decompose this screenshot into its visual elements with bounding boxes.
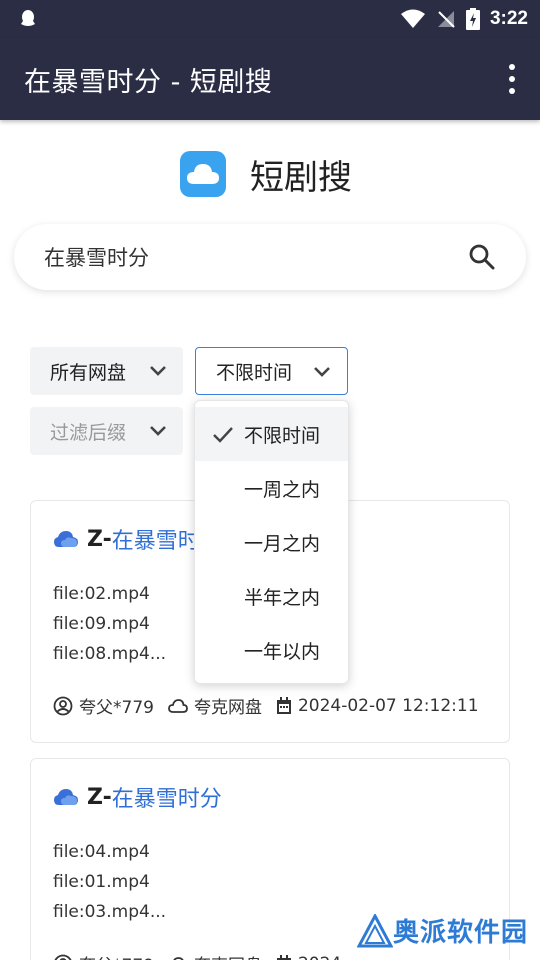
cloud-icon [172,956,184,960]
result-user: 夸父*779 [79,951,154,960]
status-time: 3:22 [489,8,528,29]
chevron-down-icon [150,426,166,436]
dropdown-option-label: 不限时间 [244,424,321,447]
result-date: 2024 [298,954,341,960]
result-keyword: 在暴雪时分 [111,787,222,812]
watermark-text: 奥派软件园 [392,918,528,948]
file-item: file:04.mp4 [53,842,150,862]
battery-icon [465,8,480,30]
search-bar [14,224,526,290]
time-filter-select[interactable]: 不限时间 [195,347,348,395]
app-bar: 在暴雪时分 - 短剧搜 [0,38,540,120]
watermark-logo-icon [356,913,393,947]
result-prefix: Z- [87,526,112,552]
wifi-icon [400,9,425,28]
result-date: 2024-02-07 12:12:11 [297,695,479,716]
chevron-down-icon [314,367,330,377]
status-icons: 3:22 [400,6,528,32]
dropdown-option-year[interactable]: 一年以内 [195,623,348,677]
calendar-icon [276,696,291,714]
dropdown-option-month[interactable]: 一月之内 [195,515,348,569]
result-keyword: 在暴雪时 [111,529,200,554]
dropdown-option-label: 一月之内 [244,532,321,555]
result-disk: 夸克网盘 [193,698,262,718]
result-title[interactable]: Z- 在暴雪时分 [53,781,222,813]
cloud-icon [168,698,188,713]
user-icon [54,954,72,960]
search-input[interactable] [44,240,444,274]
brand-header: 短剧搜 [180,150,352,198]
file-item: file:08.mp4... [53,644,167,664]
dropdown-option-label: 一周之内 [244,478,321,501]
result-prefix: Z- [87,784,112,810]
time-filter-dropdown: 不限时间 一周之内 一月之内 半年之内 一年以内 [194,400,349,684]
file-item: file:03.mp4... [53,902,167,922]
qq-icon [21,10,35,26]
user-icon [53,696,73,715]
brand-title: 短剧搜 [250,157,352,198]
cloud-icon [54,789,78,805]
disk-filter-label: 所有网盘 [50,361,127,384]
search-icon[interactable] [468,243,496,271]
file-item: file:02.mp4 [53,584,150,604]
check-icon [213,427,233,443]
dropdown-option-any-time[interactable]: 不限时间 [195,407,348,461]
cloud-logo-icon [180,151,226,197]
dropdown-option-label: 一年以内 [244,640,321,663]
suffix-filter-label: 过滤后缀 [50,421,127,444]
dropdown-option-week[interactable]: 一周之内 [195,461,348,515]
dropdown-option-label: 半年之内 [244,586,321,609]
dropdown-option-half-year[interactable]: 半年之内 [195,569,348,623]
file-list: file:04.mp4 file:01.mp4 file:03.mp4... [53,837,166,927]
page-title: 在暴雪时分 - 短剧搜 [24,67,273,98]
more-vert-icon[interactable] [506,64,518,94]
status-bar: 3:22 [0,0,540,38]
result-meta: 夸父*779 夸克网盘 2024 [53,951,355,960]
result-user: 夸父*779 [79,698,154,718]
result-meta: 夸父*779 夸克网盘 2024-02-07 12:12:11 [53,693,493,718]
suffix-filter-select[interactable]: 过滤后缀 [30,407,183,455]
signal-icon [437,11,455,28]
chevron-down-icon [150,366,166,376]
calendar-icon [276,954,291,960]
watermark: 奥派软件园 [356,912,528,949]
file-list: file:02.mp4 file:09.mp4 file:08.mp4... [53,579,166,669]
disk-filter-select[interactable]: 所有网盘 [30,347,183,395]
cloud-icon [54,531,78,547]
file-item: file:09.mp4 [53,614,150,634]
result-disk: 夸克网盘 [194,951,262,960]
file-item: file:01.mp4 [53,872,150,892]
time-filter-label: 不限时间 [216,361,293,384]
result-title[interactable]: Z- 在暴雪时 [53,523,200,555]
